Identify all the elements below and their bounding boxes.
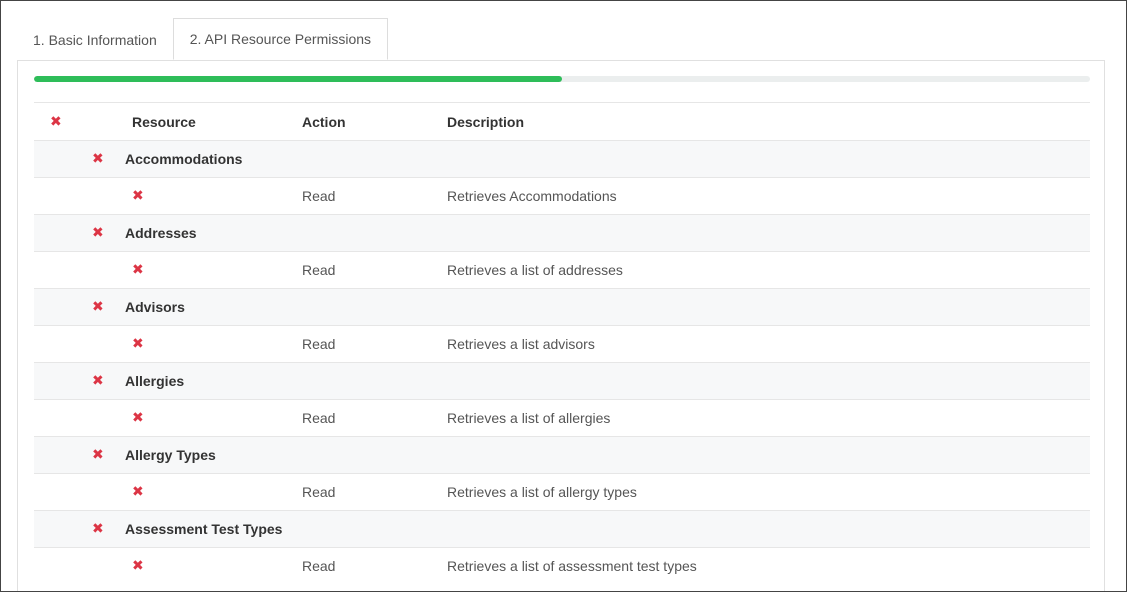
table-row-resource-group: ✖ Assessment Test Types: [34, 510, 1090, 547]
wizard-progress-bar: [34, 76, 1090, 82]
table-row-permission: ✖ Read Retrieves a list advisors: [34, 325, 1090, 362]
remove-resource-icon[interactable]: ✖: [92, 151, 104, 167]
column-header-description: Description: [447, 113, 525, 130]
permissions-window: 1. Basic Information 2. API Resource Per…: [0, 0, 1127, 592]
table-row-permission: ✖ Read Retrieves a list of assessment test…: [34, 547, 1090, 584]
permission-action: Read: [302, 410, 336, 426]
permission-action: Read: [302, 558, 336, 574]
permission-description: Retrieves a list of allergy types: [447, 484, 637, 500]
permission-description: Retrieves a list of allergies: [447, 410, 611, 426]
table-header-row: ✖ Resource Action Description: [34, 102, 1090, 140]
remove-resource-icon[interactable]: ✖: [92, 447, 104, 463]
resource-name: Allergy Types: [125, 447, 216, 463]
remove-resource-icon[interactable]: ✖: [92, 521, 104, 537]
permissions-panel: ✖ Resource Action Description ✖ Accommoda…: [17, 60, 1105, 591]
column-header-action: Action: [302, 113, 346, 130]
permission-action: Read: [302, 188, 336, 204]
resource-name: Addresses: [125, 225, 197, 241]
table-row-resource-group: ✖ Allergies: [34, 362, 1090, 399]
remove-resource-icon[interactable]: ✖: [92, 373, 104, 389]
table-row-resource-group: ✖ Allergy Types: [34, 436, 1090, 473]
remove-resource-icon[interactable]: ✖: [92, 225, 104, 241]
table-row-permission: ✖ Read Retrieves a list of allergies: [34, 399, 1090, 436]
permission-description: Retrieves a list of assessment test type…: [447, 558, 697, 574]
resource-name: Allergies: [125, 373, 185, 389]
remove-resource-icon[interactable]: ✖: [92, 299, 104, 315]
resource-name: Assessment Test Types: [125, 521, 283, 537]
progress-fill: [34, 76, 562, 82]
table-row-permission: ✖ Read Retrieves a list of addresses: [34, 251, 1090, 288]
remove-permission-icon[interactable]: ✖: [132, 410, 144, 426]
table-row-permission: ✖ Read Retrieves a list of allergy types: [34, 473, 1090, 510]
remove-permission-icon[interactable]: ✖: [132, 484, 144, 500]
resource-name: Accommodations: [125, 151, 243, 167]
wizard-tabs: 1. Basic Information 2. API Resource Per…: [17, 18, 389, 60]
permission-action: Read: [302, 484, 336, 500]
permission-action: Read: [302, 262, 336, 278]
permission-description: Retrieves a list of addresses: [447, 262, 623, 278]
permission-action: Read: [302, 336, 336, 352]
remove-permission-icon[interactable]: ✖: [132, 558, 144, 574]
remove-permission-icon[interactable]: ✖: [132, 336, 144, 352]
tab-api-resource-permissions[interactable]: 2. API Resource Permissions: [172, 18, 389, 60]
resource-name: Advisors: [125, 299, 185, 315]
table-row-permission: ✖ Read Retrieves Accommodations: [34, 177, 1090, 214]
remove-permission-icon[interactable]: ✖: [132, 188, 144, 204]
table-row-resource-group: ✖ Addresses: [34, 214, 1090, 251]
table-row-resource-group: ✖ Accommodations: [34, 140, 1090, 177]
remove-permission-icon[interactable]: ✖: [132, 262, 144, 278]
tab-basic-information[interactable]: 1. Basic Information: [17, 19, 173, 60]
permissions-table: ✖ Resource Action Description ✖ Accommoda…: [34, 102, 1090, 584]
permission-description: Retrieves a list advisors: [447, 336, 595, 352]
column-header-resource: Resource: [132, 113, 196, 130]
table-row-resource-group: ✖ Advisors: [34, 288, 1090, 325]
permission-description: Retrieves Accommodations: [447, 188, 617, 204]
remove-all-icon[interactable]: ✖: [50, 114, 62, 130]
